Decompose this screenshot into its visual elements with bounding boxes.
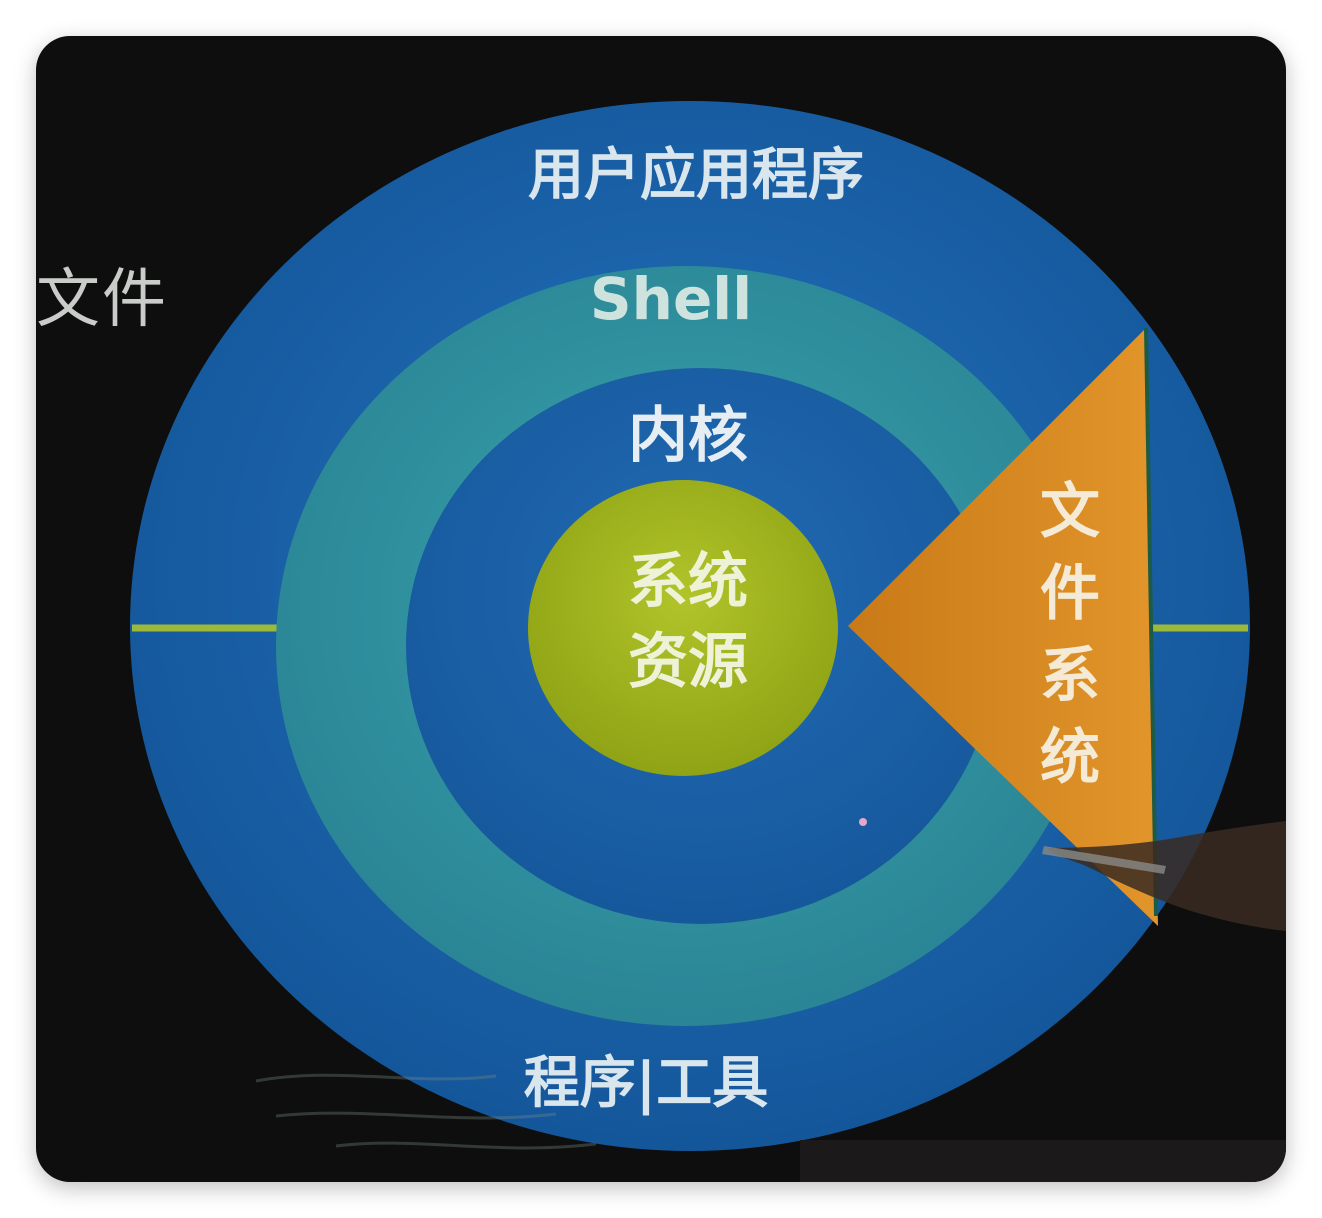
video-frame: 用户应用程序 Shell 内核 系统 资源 程序|工具 文 件 系 统 文件 bbox=[36, 36, 1286, 1182]
outer-top-label: 用户应用程序 bbox=[528, 143, 864, 208]
shell-label: Shell bbox=[590, 265, 752, 333]
wedge-label-char-4: 统 bbox=[1040, 723, 1100, 793]
wedge-label-char-2: 件 bbox=[1040, 559, 1100, 629]
side-caption: 文件 bbox=[36, 263, 168, 337]
video-overlay-bar bbox=[800, 1140, 1286, 1182]
os-layer-diagram: 用户应用程序 Shell 内核 系统 资源 程序|工具 文 件 系 统 bbox=[130, 101, 1286, 1151]
outer-bottom-label: 程序|工具 bbox=[524, 1051, 768, 1116]
kernel-label: 内核 bbox=[628, 401, 748, 471]
core-label-line2: 资源 bbox=[628, 627, 748, 697]
wedge-label-char-3: 系 bbox=[1040, 641, 1100, 711]
pointer-dot bbox=[859, 818, 867, 826]
wedge-label-char-1: 文 bbox=[1040, 477, 1100, 547]
core-label-line1: 系统 bbox=[628, 547, 748, 617]
